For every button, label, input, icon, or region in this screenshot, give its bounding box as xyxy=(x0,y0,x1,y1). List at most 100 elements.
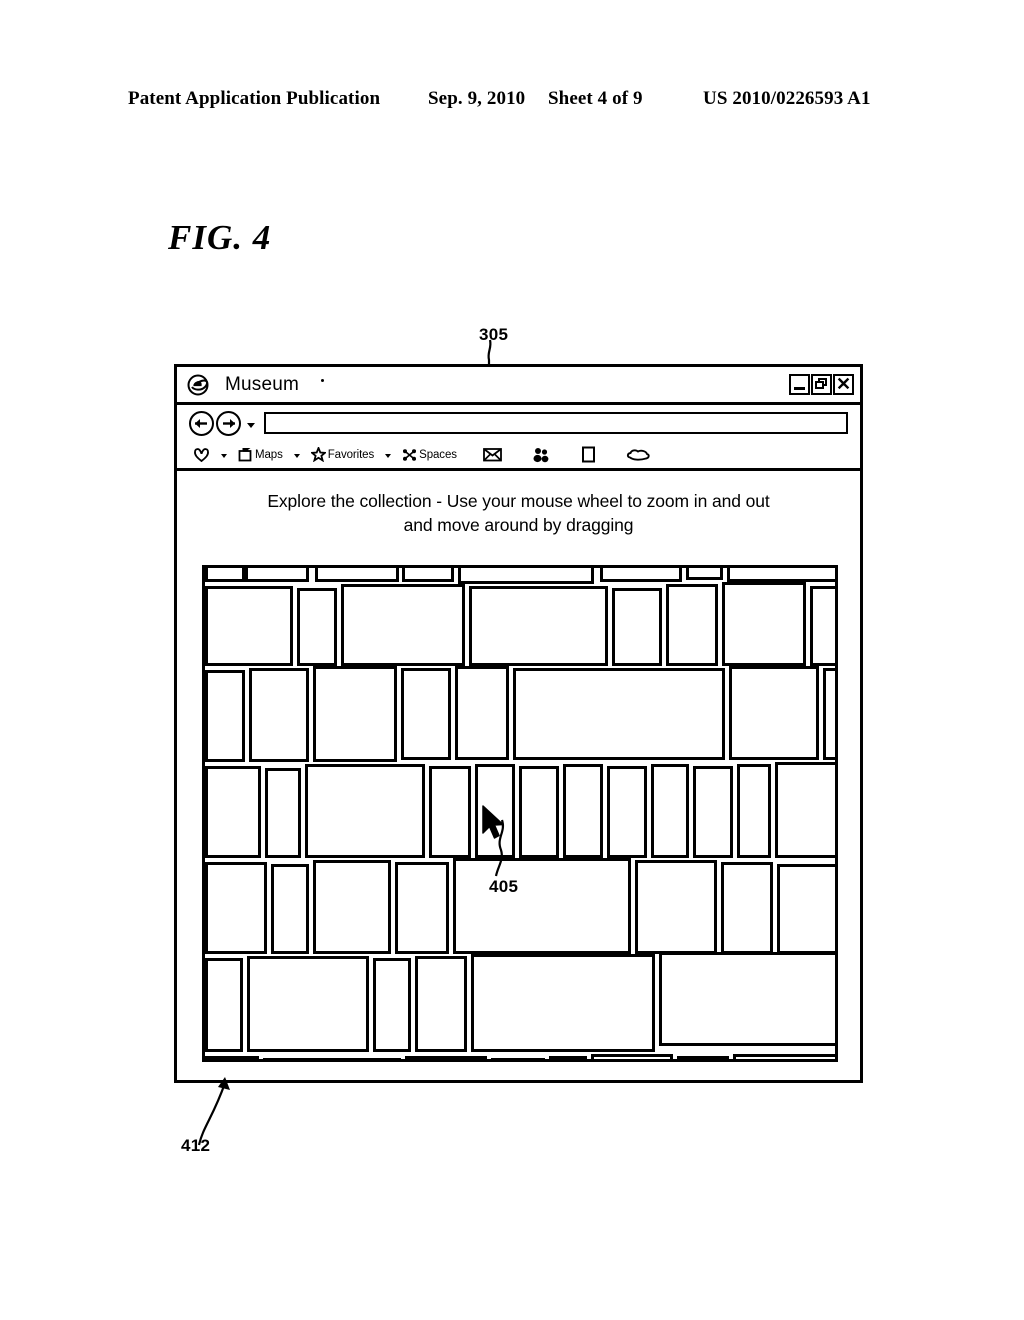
links-label-spaces: Spaces xyxy=(419,448,457,461)
mosaic-tile[interactable] xyxy=(405,1056,487,1059)
restore-icon[interactable] xyxy=(811,374,832,395)
star-icon xyxy=(310,447,326,462)
mosaic-tile[interactable] xyxy=(591,1054,673,1059)
publication-label: Patent Application Publication xyxy=(128,88,381,109)
contacts-people-icon[interactable] xyxy=(532,447,551,463)
cloud-icon[interactable] xyxy=(626,448,650,462)
patent-page-header: Patent Application Publication Sep. 9, 2… xyxy=(0,88,1024,114)
mosaic-tile[interactable] xyxy=(659,952,835,1046)
mosaic-tile[interactable] xyxy=(549,1056,587,1059)
mosaic-tile[interactable] xyxy=(313,860,391,954)
mosaic-tile[interactable] xyxy=(205,862,267,954)
mosaic-tile[interactable] xyxy=(471,954,655,1052)
mosaic-tile[interactable] xyxy=(271,864,309,954)
mosaic-tile[interactable] xyxy=(249,668,309,762)
title-bar-dot xyxy=(321,379,325,382)
window-controls[interactable]: ✕ xyxy=(789,374,854,395)
mosaic-tile[interactable] xyxy=(455,666,509,760)
leader-line-412 xyxy=(197,1077,230,1146)
mosaic-tile[interactable] xyxy=(823,668,835,760)
back-arrow-icon[interactable] xyxy=(189,410,214,436)
links-label-favorites: Favorites xyxy=(327,448,375,461)
mosaic-tile-container[interactable] xyxy=(205,568,835,1059)
mosaic-tile[interactable] xyxy=(600,568,682,582)
mosaic-tile[interactable] xyxy=(677,1056,729,1059)
mosaic-tile[interactable] xyxy=(612,588,662,666)
mosaic-tile[interactable] xyxy=(721,862,773,954)
spaces-icon xyxy=(403,448,417,461)
publication-date: Sep. 9, 2010 xyxy=(428,88,526,109)
mosaic-tile[interactable] xyxy=(635,860,717,954)
mosaic-tile[interactable] xyxy=(265,768,301,858)
mosaic-tile[interactable] xyxy=(341,584,465,666)
mosaic-tile[interactable] xyxy=(737,764,771,858)
mosaic-tile[interactable] xyxy=(722,582,806,666)
window-title: Museum xyxy=(225,373,300,395)
mosaic-tile[interactable] xyxy=(402,568,454,582)
mosaic-tile[interactable] xyxy=(458,568,594,584)
navigation-toolbar[interactable] xyxy=(177,405,860,441)
mosaic-tile[interactable] xyxy=(205,670,245,762)
mail-envelope-icon[interactable] xyxy=(483,447,502,462)
mosaic-tile[interactable] xyxy=(513,668,725,760)
mosaic-tile[interactable] xyxy=(729,666,819,760)
mosaic-tile[interactable] xyxy=(727,568,835,582)
instruction-line-1: Explore the collection - Use your mouse … xyxy=(267,491,770,511)
mosaic-tile[interactable] xyxy=(205,568,245,582)
mosaic-tile[interactable] xyxy=(373,958,411,1052)
mosaic-tile[interactable] xyxy=(297,588,337,666)
chevron-down-icon[interactable] xyxy=(293,454,300,458)
mosaic-tile[interactable] xyxy=(205,1056,259,1059)
close-icon[interactable]: ✕ xyxy=(833,374,854,395)
mosaic-tile[interactable] xyxy=(666,584,718,666)
address-input[interactable] xyxy=(264,412,848,434)
mosaic-tile[interactable] xyxy=(315,568,399,582)
mosaic-tile[interactable] xyxy=(395,862,449,954)
mosaic-tile[interactable] xyxy=(693,766,733,858)
chevron-down-icon[interactable] xyxy=(221,454,227,458)
page-instruction-text: Explore the collection - Use your mouse … xyxy=(177,471,860,547)
internet-explorer-icon xyxy=(187,374,209,396)
heart-icon[interactable] xyxy=(193,447,210,463)
mosaic-tile[interactable] xyxy=(777,864,835,954)
mosaic-tile[interactable] xyxy=(607,766,647,858)
links-label-maps: Maps xyxy=(255,448,283,461)
mosaic-viewport[interactable] xyxy=(202,565,838,1062)
mosaic-tile[interactable] xyxy=(429,766,471,858)
mosaic-tile[interactable] xyxy=(686,568,723,580)
links-toolbar[interactable]: Maps Favorites Spaces xyxy=(177,441,860,471)
patent-number: US 2010/0226593 A1 xyxy=(703,88,871,109)
instruction-line-2: and move around by dragging xyxy=(403,515,634,535)
mosaic-tile[interactable] xyxy=(563,764,603,858)
mosaic-tile[interactable] xyxy=(651,764,689,858)
mosaic-tile[interactable] xyxy=(205,586,293,666)
mosaic-tile[interactable] xyxy=(491,1058,545,1059)
minimize-icon[interactable] xyxy=(789,374,810,395)
mosaic-tile[interactable] xyxy=(305,764,425,858)
mosaic-tile[interactable] xyxy=(415,956,467,1052)
mosaic-tile[interactable] xyxy=(401,668,451,760)
figure-label: FIG. 4 xyxy=(168,218,272,257)
chevron-down-icon[interactable] xyxy=(247,422,255,428)
links-item-maps[interactable]: Maps xyxy=(238,447,283,462)
map-folder-icon xyxy=(238,448,252,462)
links-item-spaces[interactable]: Spaces xyxy=(402,448,457,462)
mosaic-tile[interactable] xyxy=(775,762,835,858)
forward-arrow-icon[interactable] xyxy=(216,410,241,436)
mosaic-tile[interactable] xyxy=(810,586,835,666)
mosaic-tile[interactable] xyxy=(313,666,397,762)
mosaic-tile[interactable] xyxy=(245,568,309,582)
mosaic-tile[interactable] xyxy=(469,586,608,666)
mosaic-tile[interactable] xyxy=(247,956,369,1052)
mosaic-tile[interactable] xyxy=(263,1058,401,1059)
mosaic-tile[interactable] xyxy=(205,766,261,858)
browser-window[interactable]: Museum ✕ Maps Favorites Spaces Explore t… xyxy=(174,364,863,1083)
window-title-bar[interactable]: Museum ✕ xyxy=(177,367,860,405)
chevron-down-icon[interactable] xyxy=(385,454,392,458)
mosaic-tile[interactable] xyxy=(733,1054,835,1059)
leader-line-405 xyxy=(494,819,505,877)
sheet-number: Sheet 4 of 9 xyxy=(548,88,643,109)
links-item-favorites[interactable]: Favorites xyxy=(310,447,375,462)
blank-page-icon[interactable] xyxy=(581,446,596,463)
mosaic-tile[interactable] xyxy=(205,958,243,1052)
